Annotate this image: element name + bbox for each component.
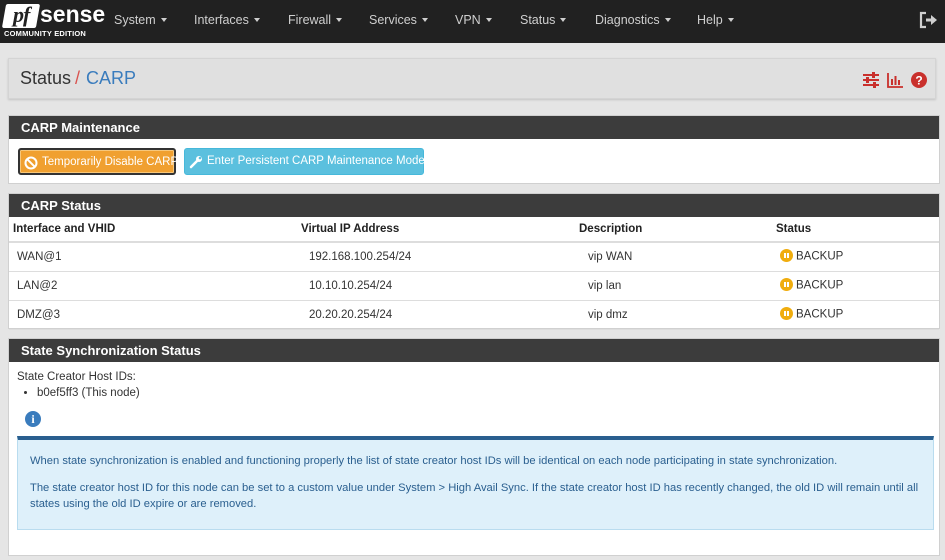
- disable-carp-button[interactable]: Temporarily Disable CARP: [18, 148, 179, 175]
- caret-down-icon: [336, 17, 343, 22]
- logo-sense-text: sense: [40, 1, 106, 27]
- nav-label: System: [114, 13, 156, 27]
- nav-label: VPN: [455, 13, 481, 27]
- info-paragraph: When state synchronization is enabled an…: [30, 455, 838, 467]
- status-text: BACKUP: [796, 308, 844, 321]
- svg-text:?: ?: [915, 74, 922, 88]
- cell-virtual-ip: 192.168.100.254/24: [297, 242, 575, 272]
- caret-down-icon: [160, 17, 167, 22]
- info-alert: When state synchronization is enabled an…: [17, 436, 934, 530]
- nav-vpn[interactable]: VPN: [455, 0, 492, 43]
- col-status: Status: [772, 217, 939, 243]
- carp-maintenance-panel: CARP Maintenance Temporarily Disable CAR…: [8, 115, 940, 184]
- panel-title: State Synchronization Status: [9, 339, 939, 362]
- caret-down-icon: [485, 17, 492, 22]
- caret-down-icon: [560, 17, 567, 22]
- table-header-row: Interface and VHID Virtual IP Address De…: [9, 217, 939, 243]
- caret-down-icon: [664, 17, 671, 22]
- pause-circle-icon: [780, 307, 793, 320]
- wrench-icon: [189, 154, 203, 169]
- cell-interface: WAN@1: [9, 242, 297, 272]
- caret-down-icon: [727, 17, 734, 22]
- nav-label: Status: [520, 13, 556, 27]
- carp-status-table: Interface and VHID Virtual IP Address De…: [9, 217, 939, 330]
- panel-title: CARP Status: [9, 194, 939, 217]
- panel-body: State Creator Host IDs: b0ef5ff3 (This n…: [9, 362, 939, 556]
- pause-circle-icon: [780, 249, 793, 263]
- nav-label: Help: [697, 13, 723, 27]
- cell-interface: DMZ@3: [9, 300, 297, 330]
- cell-virtual-ip: 10.10.10.254/24: [297, 271, 575, 301]
- carp-status-panel: CARP Status Interface and VHID Virtual I…: [8, 193, 940, 330]
- cell-status: BACKUP: [772, 242, 939, 272]
- nav-label: Interfaces: [194, 13, 249, 27]
- panel-body: Temporarily Disable CARP Enter Persisten…: [9, 139, 939, 184]
- nav-services[interactable]: Services: [369, 0, 428, 43]
- cell-status: BACKUP: [772, 300, 939, 330]
- pfsense-logo[interactable]: pf sense COMMUNITY EDITION: [1, 1, 105, 40]
- cell-interface: LAN@2: [9, 271, 297, 301]
- info-icon[interactable]: i: [25, 411, 41, 427]
- nav-label: Services: [369, 13, 417, 27]
- ban-icon: [24, 155, 38, 170]
- cell-description: vip lan: [575, 271, 772, 301]
- button-label: Temporarily Disable CARP: [42, 156, 179, 168]
- settings-sliders-icon[interactable]: [862, 71, 880, 89]
- cell-virtual-ip: 20.20.20.254/24: [297, 300, 575, 330]
- help-question-icon[interactable]: ?: [910, 71, 928, 89]
- breadcrumb-current-link[interactable]: CARP: [86, 68, 136, 88]
- bar-chart-icon[interactable]: [886, 71, 904, 89]
- nav-label: Firewall: [288, 13, 332, 27]
- persistent-maintenance-button[interactable]: Enter Persistent CARP Maintenance Mode: [184, 148, 425, 175]
- cell-status: BACKUP: [772, 271, 939, 301]
- state-creator-label: State Creator Host IDs:: [17, 371, 136, 383]
- cell-description: vip WAN: [575, 242, 772, 272]
- logo-pf-badge: pf: [1, 2, 41, 28]
- breadcrumb-parent: Status: [20, 68, 72, 88]
- state-sync-panel: State Synchronization Status State Creat…: [8, 338, 940, 556]
- col-description: Description: [575, 217, 772, 243]
- nav-system[interactable]: System: [114, 0, 167, 43]
- nav-firewall[interactable]: Firewall: [288, 0, 343, 43]
- table-row: LAN@2 10.10.10.254/24 vip lan BACKUP: [9, 271, 939, 301]
- nav-status[interactable]: Status: [520, 0, 567, 43]
- col-virtual-ip: Virtual IP Address: [297, 217, 575, 243]
- status-text: BACKUP: [796, 250, 844, 263]
- info-paragraph: The state creator host ID for this node …: [30, 482, 919, 510]
- top-navbar: pf sense COMMUNITY EDITION System Interf…: [0, 0, 945, 43]
- breadcrumb: Status / CARP: [20, 68, 136, 89]
- nav-interfaces[interactable]: Interfaces: [194, 0, 260, 43]
- list-item: b0ef5ff3 (This node): [37, 387, 140, 399]
- pause-circle-icon: [780, 278, 793, 291]
- host-id-list: b0ef5ff3 (This node): [37, 387, 140, 399]
- cell-description: vip dmz: [575, 300, 772, 330]
- caret-down-icon: [253, 17, 260, 22]
- caret-down-icon: [421, 17, 428, 22]
- nav-label: Diagnostics: [595, 13, 660, 27]
- table-row: WAN@1 192.168.100.254/24 vip WAN BACKUP: [9, 242, 939, 272]
- status-text: BACKUP: [796, 279, 844, 292]
- button-label: Enter Persistent CARP Maintenance Mode: [207, 155, 425, 167]
- nav-diagnostics[interactable]: Diagnostics: [595, 0, 671, 43]
- table-row: DMZ@3 20.20.20.254/24 vip dmz BACKUP: [9, 300, 939, 330]
- logo-edition-text: COMMUNITY EDITION: [4, 29, 87, 38]
- logo-pf-text: pf: [13, 2, 30, 27]
- breadcrumb-separator: /: [75, 68, 81, 88]
- col-interface: Interface and VHID: [9, 217, 297, 243]
- panel-title: CARP Maintenance: [9, 116, 939, 139]
- logout-icon[interactable]: [919, 11, 939, 29]
- page-header: Status / CARP ?: [8, 58, 936, 99]
- nav-help[interactable]: Help: [697, 0, 734, 43]
